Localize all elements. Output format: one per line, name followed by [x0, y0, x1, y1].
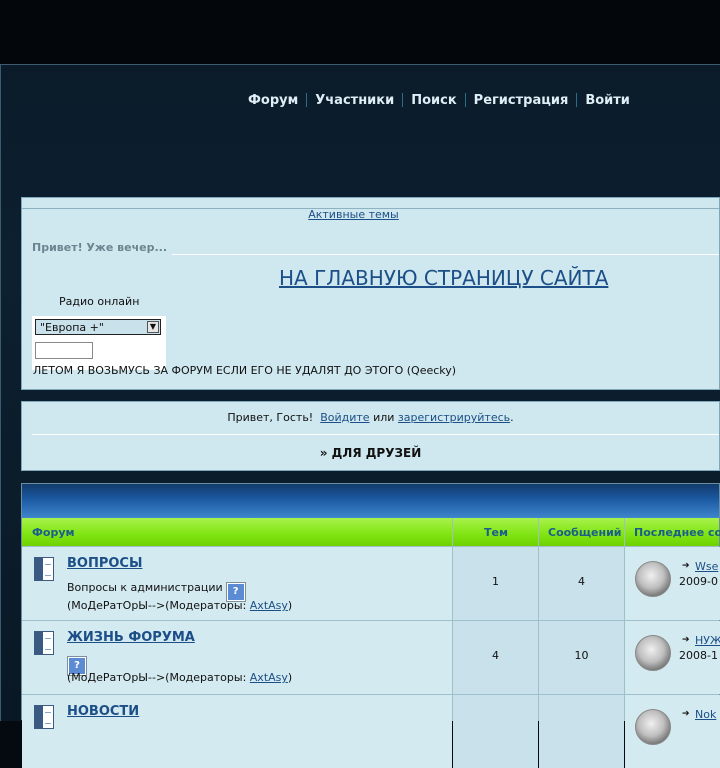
login-link[interactable]: Войдите: [320, 411, 369, 424]
category-title: » ДЛЯ ДРУЗЕЙ: [319, 446, 422, 460]
register-link[interactable]: зарегистрируйтесь: [398, 411, 510, 424]
or-text: или: [373, 411, 395, 424]
nav-login-link[interactable]: Войти: [577, 93, 638, 108]
posts-count: 4: [578, 575, 585, 588]
moderator-link[interactable]: AxtAsy: [250, 599, 288, 612]
topics-cell: [453, 695, 538, 768]
forum-moderators: (МоДеРатОрЫ-->(Модераторы: AxtAsy): [67, 599, 292, 612]
topics-cell: 4: [453, 621, 538, 694]
radio-text-input[interactable]: [35, 342, 93, 359]
forum-title-link[interactable]: НОВОСТИ: [67, 704, 139, 719]
topics-count: 4: [492, 649, 499, 662]
last-post-date: 2008-1: [679, 649, 718, 662]
forum-folder-icon: [34, 631, 54, 655]
forum-title-link[interactable]: ВОПРОСЫ: [67, 556, 142, 571]
avatar[interactable]: [635, 635, 671, 671]
arrow-right-icon: ➔: [682, 709, 690, 719]
forum-folder-icon: [34, 705, 54, 729]
posts-cell: 4: [539, 547, 624, 620]
moderators-prefix: (МоДеРатОрЫ-->(Модераторы:: [67, 671, 250, 684]
forum-table: Форум Тем Сообщений Последнее сооб ВОПРО…: [21, 483, 720, 768]
active-topics-row: Активные темы: [22, 208, 719, 221]
last-post-link[interactable]: Wse: [695, 560, 718, 573]
forum-cell: ЖИЗНЬ ФОРУМА ? (МоДеРатОрЫ-->(Модераторы…: [22, 621, 452, 694]
last-post-cell: ➔ Nok: [625, 695, 720, 768]
avatar[interactable]: [635, 709, 671, 745]
last-post-date: 2009-0: [679, 575, 718, 588]
forum-description-text: Вопросы к администрации: [67, 581, 223, 594]
nav-search-link[interactable]: Поиск: [403, 93, 464, 108]
column-header-posts: Сообщений: [548, 526, 622, 539]
moderators-suffix: ): [287, 599, 293, 612]
summer-note: ЛЕТОМ Я ВОЗЬМУСЬ ЗА ФОРУМ ЕСЛИ ЕГО НЕ УД…: [33, 364, 457, 377]
main-site-link[interactable]: НА ГЛАВНУЮ СТРАНИЦУ САЙТА: [279, 266, 608, 290]
last-post-cell: ➔ Wse 2009-0: [625, 547, 720, 620]
topics-count: 1: [492, 575, 499, 588]
top-dark-bar: [0, 0, 720, 64]
forum-row: ВОПРОСЫ Вопросы к администрации? (МоДеРа…: [22, 546, 720, 620]
posts-count: 10: [574, 649, 589, 662]
guest-greeting: Привет, Гость! Войдите или зарегистрируй…: [22, 411, 719, 424]
radio-widget: "Европа +" ▼: [32, 316, 166, 370]
column-header-forum: Форум: [32, 526, 75, 539]
forum-description: Вопросы к администрации?: [67, 581, 246, 602]
forum-title-link[interactable]: ЖИЗНЬ ФОРУМА: [67, 630, 195, 645]
guest-panel: Привет, Гость! Войдите или зарегистрируй…: [21, 401, 720, 471]
main-navbar: Форум Участники Поиск Регистрация Войти: [240, 90, 638, 110]
divider: [32, 434, 719, 435]
avatar[interactable]: [635, 561, 671, 597]
forum-row: НОВОСТИ ➔ Nok: [22, 694, 720, 768]
column-header-last-post: Последнее сооб: [634, 526, 720, 539]
forum-moderators: (МоДеРатОрЫ-->(Модераторы: AxtAsy): [67, 671, 292, 684]
last-post-cell: ➔ НУЖ 2008-1: [625, 621, 720, 694]
active-topics-link[interactable]: Активные темы: [308, 208, 399, 221]
guest-hello-text: Привет, Гость!: [227, 411, 314, 424]
announcement-panel: Активные темы Привет! Уже вечер... НА ГЛ…: [21, 197, 720, 390]
period-text: .: [510, 411, 514, 424]
forum-column-headers: Форум Тем Сообщений Последнее сооб: [22, 518, 720, 546]
forum-row: ЖИЗНЬ ФОРУМА ? (МоДеРатОрЫ-->(Модераторы…: [22, 620, 720, 694]
nav-forum-link[interactable]: Форум: [240, 93, 306, 108]
nav-register-link[interactable]: Регистрация: [466, 93, 577, 108]
moderators-prefix: (МоДеРатОрЫ-->(Модераторы:: [67, 599, 250, 612]
posts-cell: [539, 695, 624, 768]
posts-cell: 10: [539, 621, 624, 694]
arrow-right-icon: ➔: [682, 561, 690, 571]
chevron-down-icon[interactable]: ▼: [147, 321, 159, 333]
divider: [172, 254, 719, 255]
arrow-right-icon: ➔: [682, 635, 690, 645]
forum-cell: ВОПРОСЫ Вопросы к администрации? (МоДеРа…: [22, 547, 452, 620]
nav-members-link[interactable]: Участники: [307, 93, 402, 108]
radio-station-select[interactable]: "Европа +" ▼: [35, 319, 161, 335]
radio-station-value: "Европа +": [40, 321, 104, 334]
topics-cell: 1: [453, 547, 538, 620]
forum-table-header-bar: [22, 484, 719, 518]
radio-label: Радио онлайн: [59, 295, 140, 308]
forum-cell: НОВОСТИ: [22, 695, 452, 768]
moderator-link[interactable]: AxtAsy: [250, 671, 288, 684]
forum-folder-icon: [34, 557, 54, 581]
moderators-suffix: ): [287, 671, 293, 684]
last-post-link[interactable]: НУЖ: [695, 634, 720, 647]
evening-greeting: Привет! Уже вечер...: [32, 241, 167, 254]
last-post-link[interactable]: Nok: [695, 708, 716, 721]
column-header-topics: Тем: [484, 526, 508, 539]
